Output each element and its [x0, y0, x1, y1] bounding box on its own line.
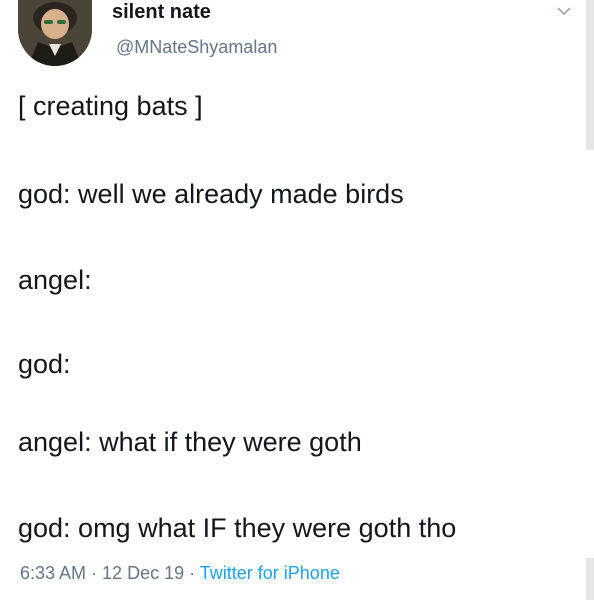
meta-separator: · — [184, 563, 200, 583]
tweet-header: silent nate @MNateShyamalan — [0, 0, 594, 80]
scrollbar-lower[interactable] — [586, 558, 594, 600]
user-handle[interactable]: @MNateShyamalan — [116, 36, 277, 58]
tweet-source-link[interactable]: Twitter for iPhone — [200, 563, 340, 583]
display-name[interactable]: silent nate — [112, 0, 211, 24]
meta-separator: · — [86, 563, 103, 583]
tweet-line: god: omg what IF they were goth tho — [18, 513, 457, 543]
avatar-image — [18, 0, 92, 66]
tweet-line: god: — [18, 349, 71, 379]
tweet-meta: 6:33 AM · 12 Dec 19 · Twitter for iPhone — [20, 562, 340, 584]
tweet-card: silent nate @MNateShyamalan [ creating b… — [0, 0, 594, 600]
chevron-down-icon[interactable] — [555, 2, 573, 20]
tweet-line: god: well we already made birds — [18, 179, 404, 209]
scrollbar[interactable] — [586, 0, 594, 150]
tweet-line: [ creating bats ] — [18, 91, 203, 121]
tweet-date[interactable]: 12 Dec 19 — [102, 563, 184, 583]
tweet-time[interactable]: 6:33 AM — [20, 563, 86, 583]
tweet-line: angel: what if they were goth — [18, 427, 362, 457]
tweet-line: angel: — [18, 265, 92, 295]
avatar[interactable] — [18, 0, 92, 66]
